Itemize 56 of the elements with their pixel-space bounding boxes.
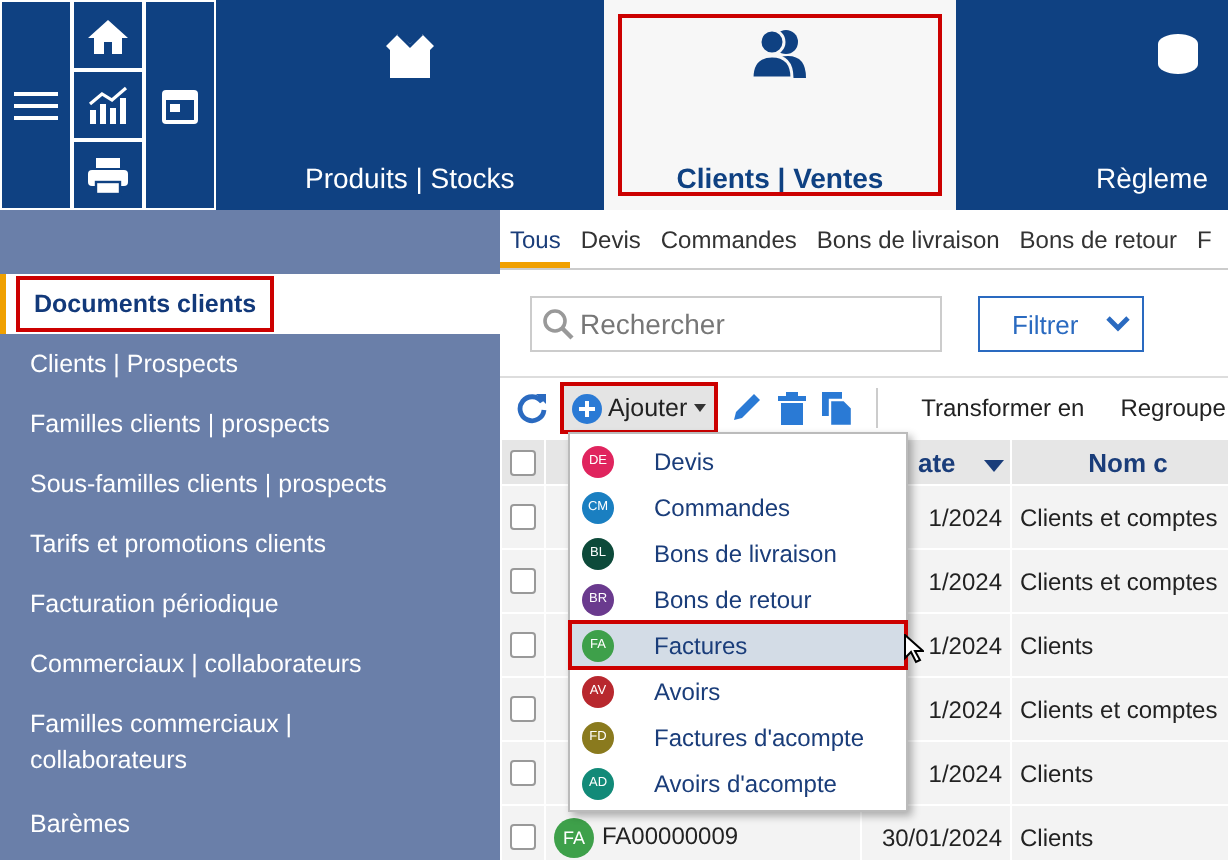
table-cell: Clients et comptes: [1011, 485, 1228, 549]
pencil-icon[interactable]: [729, 392, 762, 424]
menu-icon[interactable]: [14, 89, 58, 121]
cursor-icon: [904, 634, 924, 664]
search-icon: [542, 308, 574, 340]
add-button[interactable]: Ajouter: [564, 386, 714, 430]
checkbox[interactable]: [510, 696, 536, 722]
chevron-down-icon: [1106, 316, 1131, 332]
table-cell: Clients: [1011, 805, 1228, 860]
sidebar-item[interactable]: Facturation périodique: [0, 574, 500, 634]
table-cell: Clients: [1011, 613, 1228, 677]
sort-down-icon: [983, 459, 1004, 471]
checkbox[interactable]: [510, 504, 536, 530]
checkbox[interactable]: [510, 824, 536, 850]
sidebar-item[interactable]: Tarifs et promotions clients: [0, 514, 500, 574]
sidebar-item[interactable]: Familles commerciaux | collaborateurs: [0, 694, 500, 794]
document-tab[interactable]: Devis: [570, 220, 651, 268]
document-tab[interactable]: F: [1187, 220, 1222, 268]
module-label: Règleme: [1095, 162, 1208, 194]
refresh-icon[interactable]: [516, 392, 548, 424]
module-tab[interactable]: Règleme: [956, 0, 1228, 210]
sidebar-item[interactable]: Sous-familles clients | prospects: [0, 454, 500, 514]
printer-icon[interactable]: [86, 155, 130, 195]
toolbar-action[interactable]: Transformer en: [921, 394, 1085, 422]
sidebar-item[interactable]: Barèmes: [0, 794, 500, 854]
calendar-icon[interactable]: [160, 85, 200, 125]
document-tab[interactable]: Bons de livraison: [806, 220, 1010, 268]
table-cell: Clients et comptes: [1011, 549, 1228, 613]
checkbox[interactable]: [510, 568, 536, 594]
module-label: Produits | Stocks: [304, 162, 515, 194]
sidebar-item[interactable]: Commerciaux | collaborateurs: [0, 634, 500, 694]
sidebar-item[interactable]: Documents clients: [0, 274, 500, 334]
toolbar-action[interactable]: Regroupe: [1120, 394, 1226, 422]
table-cell: 30/01/2024: [861, 805, 1011, 860]
table-cell: FA00000009: [602, 821, 739, 850]
filter-button[interactable]: Filtrer: [978, 296, 1145, 352]
document-tab[interactable]: Commandes: [650, 220, 807, 268]
column-header[interactable]: Nom c: [1011, 439, 1228, 485]
plus-circle-icon: [572, 393, 602, 423]
copy-icon[interactable]: [821, 391, 852, 425]
chart-icon[interactable]: [88, 85, 128, 125]
module-tab[interactable]: Produits | Stocks: [216, 0, 604, 210]
trash-icon[interactable]: [777, 391, 806, 425]
checkbox[interactable]: [510, 449, 536, 475]
document-tab[interactable]: Bons de retour: [1009, 220, 1188, 268]
checkbox[interactable]: [510, 760, 536, 786]
status-badge: FA: [554, 817, 594, 857]
home-icon[interactable]: [88, 17, 128, 53]
sidebar-item[interactable]: Familles clients | prospects: [0, 394, 500, 454]
checkbox[interactable]: [510, 632, 536, 658]
sidebar-item[interactable]: Clients | Prospects: [0, 334, 500, 394]
people-icon: [747, 28, 812, 80]
search-field[interactable]: Rechercher: [530, 296, 942, 352]
caret-icon: [693, 404, 706, 412]
table-cell: Clients et comptes: [1011, 677, 1228, 741]
table-cell: Clients: [1011, 741, 1228, 805]
